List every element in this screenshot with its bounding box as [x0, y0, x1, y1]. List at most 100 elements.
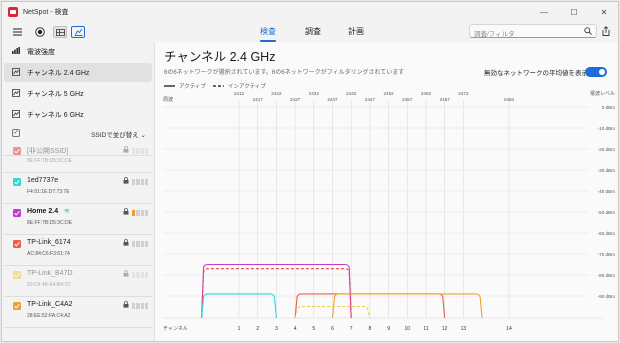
tab-inspect[interactable]: 検査: [260, 26, 276, 42]
legend-inactive-label: インアクティブ: [228, 84, 266, 90]
channel-tick-label: 14: [506, 326, 512, 332]
legend-inactive: インアクティブ: [213, 82, 266, 90]
network-ssid: TP-Link_B47D: [27, 270, 73, 277]
level-tick-label: -50 dBm: [598, 210, 616, 215]
maximize-button[interactable]: ☐: [562, 2, 586, 22]
network-checkbox[interactable]: [13, 302, 21, 310]
level-tick-label: 0 dBm: [602, 105, 615, 110]
divider: [4, 327, 152, 328]
frequency-tick-label: 2467: [440, 97, 451, 102]
network-list-item[interactable]: 1ed7737e F4:91:1E:D7:73:7E: [4, 173, 152, 203]
legend-active-label: アクティブ: [179, 84, 206, 90]
network-bssid: AC:84:C6:F3:61:74: [27, 251, 70, 257]
network-checkbox[interactable]: [13, 178, 21, 186]
network-ssid: TP-Link_C4A2: [27, 301, 73, 308]
channel-chart: 周波 電波レベル 0 dBm -10 dBm -20 dBm -30 dBm -40 dBm…: [163, 90, 616, 332]
network-list-item[interactable]: TP-Link_6174 AC:84:C6:F3:61:74: [4, 235, 152, 265]
frequency-axis-label: 周波: [163, 96, 173, 103]
chart-icon: [12, 109, 22, 120]
sidebar-item-signal-strength[interactable]: 電波強度: [4, 42, 152, 61]
frequency-tick-label: 2432: [309, 91, 320, 96]
table-view-button[interactable]: [53, 26, 67, 38]
network-ssid: TP-Link_6174: [27, 239, 71, 246]
average-disabled-networks-toggle[interactable]: [585, 67, 607, 77]
channel-tick-label: 13: [461, 326, 467, 332]
lock-icon: [123, 270, 129, 279]
channel-tick-label: 4: [294, 326, 297, 332]
minimize-button[interactable]: —: [532, 2, 556, 22]
title-bar: NetSpot - 検査 — ☐ ✕: [2, 2, 618, 22]
network-list-item[interactable]: Home 2.4 ≋ 8E:FF:7B:D5:3C:DE: [4, 204, 152, 234]
level-axis-label: 電波レベル: [590, 90, 615, 97]
netspot-logo-icon: [8, 7, 18, 17]
network-list-item[interactable]: TP-Link_B47D 50:C4:4B:A4:B4:7D: [4, 266, 152, 296]
sidebar-item-channel-5ghz[interactable]: チャンネル 5 GHz: [4, 84, 152, 103]
network-ssid: Home 2.4: [27, 208, 59, 215]
network-bssid: 8E:FF:7B:D5:3C:DE: [27, 158, 73, 164]
search-input[interactable]: 調査/フィルタ: [469, 24, 597, 38]
network-list-item[interactable]: TP-Link_C4A2 28:EE:52:FA:C4:A2: [4, 297, 152, 327]
channel-tick-label: 3: [275, 326, 278, 332]
signal-strength-bars: [132, 148, 148, 154]
network-list-item[interactable]: [非公開SSID] 8E:FF:7B:D5:3C:DE: [4, 142, 152, 172]
selection-summary: 6の6ネットワークが選択されています。6の6ネットワークがフィルタリングされてい…: [164, 70, 405, 76]
page-title: チャンネル 2.4 GHz: [164, 50, 276, 64]
level-tick-label: -20 dBm: [598, 147, 616, 152]
channel-tick-label: 11: [423, 326, 428, 332]
frequency-tick-label: 2417: [253, 97, 264, 102]
average-toggle-label: 無効なネットワークの平均値を表示: [484, 70, 588, 77]
network-bssid: 50:C4:4B:A4:B4:7D: [27, 282, 71, 288]
frequency-tick-label: 2472: [458, 91, 469, 96]
lock-icon: [123, 301, 129, 310]
sidebar-item-label: 電波強度: [27, 48, 55, 56]
level-tick-label: -30 dBm: [598, 168, 616, 173]
chart-icon: [12, 67, 22, 78]
tab-plan[interactable]: 計画: [348, 26, 364, 40]
network-checkbox[interactable]: [13, 209, 21, 217]
select-all-checkbox[interactable]: ✓: [12, 129, 20, 137]
stop-scan-button[interactable]: [33, 26, 47, 38]
sort-by-ssid-dropdown[interactable]: SSIDで並び替え ⌄: [91, 129, 146, 139]
level-tick-label: -60 dBm: [598, 231, 616, 236]
network-checkbox[interactable]: [13, 147, 21, 155]
lock-icon: [123, 239, 129, 248]
level-tick-label: -80 dBm: [598, 273, 616, 278]
sidebar-item-channel-6ghz[interactable]: チャンネル 6 GHz: [4, 105, 152, 124]
hamburger-menu-icon[interactable]: [10, 26, 24, 38]
channel-tick-label: 6: [331, 326, 334, 332]
network-bssid: 28:EE:52:FA:C4:A2: [27, 313, 71, 319]
level-tick-label: -90 dBm: [598, 294, 616, 299]
main-panel: チャンネル 2.4 GHz 6の6ネットワークが選択されています。6の6ネットワ…: [154, 42, 618, 341]
close-button[interactable]: ✕: [592, 2, 616, 22]
share-export-icon[interactable]: [602, 26, 610, 38]
network-bssid: 8E:FF:7B:D5:3C:DE: [27, 220, 73, 226]
legend-dashed-line: [213, 85, 224, 87]
signal-strength-bars: [132, 241, 148, 247]
network-bssid: F4:91:1E:D7:73:7E: [27, 189, 70, 195]
signal-strength-bars: [132, 272, 148, 278]
level-tick-label: -40 dBm: [598, 189, 616, 194]
frequency-tick-label: 2457: [402, 97, 413, 102]
chart-view-button[interactable]: [71, 26, 85, 38]
channel-tick-label: 1: [238, 326, 241, 332]
search-placeholder: 調査/フィルタ: [474, 31, 515, 38]
tab-survey[interactable]: 調査: [305, 26, 321, 40]
lock-icon: [123, 146, 129, 155]
network-checkbox[interactable]: [13, 240, 21, 248]
channel-tick-label: 2: [256, 326, 259, 332]
legend-solid-line: [164, 85, 175, 87]
signal-strength-bars: [132, 303, 148, 309]
frequency-tick-label: 2427: [290, 97, 301, 102]
channel-axis-label: チャンネル: [163, 326, 188, 332]
frequency-tick-label: 2484: [504, 97, 515, 102]
frequency-tick-label: 2412: [234, 91, 245, 96]
connected-wifi-icon: ≋: [64, 208, 70, 215]
search-icon[interactable]: [584, 27, 592, 37]
network-ssid: [非公開SSID]: [27, 148, 69, 155]
network-checkbox[interactable]: [13, 271, 21, 279]
sidebar-item-channel-2-4ghz[interactable]: チャンネル 2.4 GHz: [4, 63, 152, 82]
signal-bars-icon: [12, 47, 22, 56]
level-tick-label: -10 dBm: [598, 126, 616, 131]
sidebar: 電波強度 チャンネル 2.4 GHz チャンネル 5 GHz チャンネル 6 G…: [2, 42, 154, 341]
frequency-tick-label: 2442: [346, 91, 357, 96]
